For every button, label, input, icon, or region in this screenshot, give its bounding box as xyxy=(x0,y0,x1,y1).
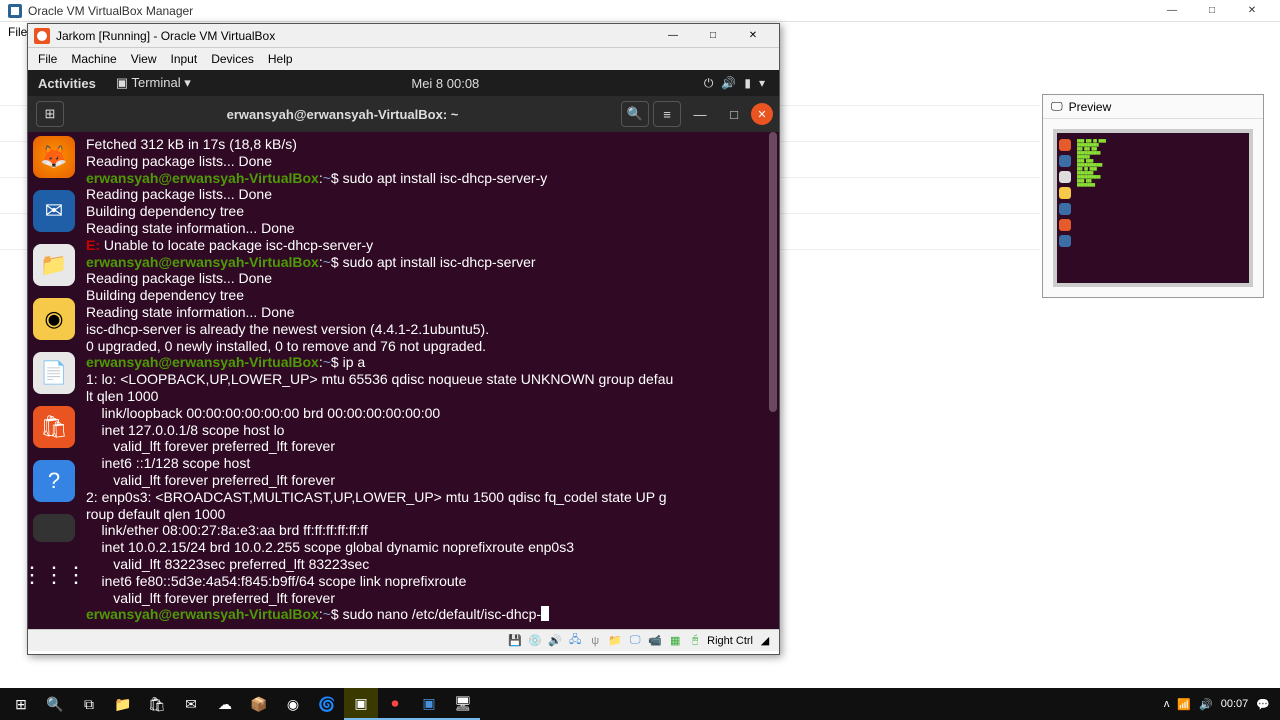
preview-icon: 🖵 xyxy=(1051,99,1063,114)
caret-icon[interactable]: ▾ xyxy=(759,76,765,90)
host-minimize-button[interactable]: — xyxy=(1152,0,1192,22)
start-button[interactable]: ⊞ xyxy=(4,688,38,720)
gnome-top-bar: Activities ▣ Terminal ▾ Mei 8 00:08 ⏻ 🔊 … xyxy=(28,70,779,96)
tray-up-icon[interactable]: ᴧ xyxy=(1164,698,1170,710)
tray-wifi-icon[interactable]: 📶 xyxy=(1177,698,1191,711)
preview-title: Preview xyxy=(1069,100,1112,114)
status-shared-icon[interactable]: 📁 xyxy=(607,633,623,649)
store-icon[interactable]: 🛍 xyxy=(140,688,174,720)
terminal-title: erwansyah@erwansyah-VirtualBox: ~ xyxy=(66,107,619,122)
vm-menu-machine[interactable]: Machine xyxy=(71,52,116,66)
status-rec-icon[interactable]: 📹 xyxy=(647,633,663,649)
vm-maximize-button[interactable]: □ xyxy=(693,25,733,47)
status-audio-icon[interactable]: 🔊 xyxy=(547,633,563,649)
virtualbox-logo-icon xyxy=(8,4,22,18)
vbox-icon[interactable]: ▣ xyxy=(412,688,446,720)
status-cpu-icon[interactable]: ▦ xyxy=(667,633,683,649)
box-icon[interactable]: 📦 xyxy=(242,688,276,720)
host-titlebar: Oracle VM VirtualBox Manager — □ ✕ xyxy=(0,0,1280,22)
vm-menu-file[interactable]: File xyxy=(38,52,57,66)
status-usb-icon[interactable]: ψ xyxy=(587,633,603,649)
app-menu[interactable]: ▣ Terminal ▾ xyxy=(116,75,191,91)
chrome-icon[interactable]: ◉ xyxy=(276,688,310,720)
obs-icon[interactable]: ▣ xyxy=(344,688,378,720)
status-hdd-icon[interactable]: 💾 xyxy=(507,633,523,649)
vm-statusbar: 💾 💿 🔊 🖧 ψ 📁 🖵 📹 ▦ 🖰 Right Ctrl ◢ xyxy=(28,629,779,651)
status-display-icon[interactable]: 🖵 xyxy=(627,633,643,649)
taskview-button[interactable]: ⧉ xyxy=(72,688,106,720)
battery-icon[interactable]: ▮ xyxy=(744,76,751,90)
status-resize-icon[interactable]: ◢ xyxy=(757,633,773,649)
status-net-icon[interactable]: 🖧 xyxy=(567,633,583,649)
terminal-cursor xyxy=(541,606,549,621)
preview-header[interactable]: 🖵 Preview xyxy=(1043,95,1263,119)
preview-thumbnail[interactable]: ████ ███ ██ ███████████████████ ███ ████… xyxy=(1053,129,1253,287)
terminal-header: ⊞ erwansyah@erwansyah-VirtualBox: ~ 🔍 ≡ … xyxy=(28,96,779,132)
hamburger-button[interactable]: ≡ xyxy=(653,101,681,127)
search-button-win[interactable]: 🔍 xyxy=(38,688,72,720)
network-icon[interactable]: ⏻ xyxy=(704,76,714,91)
vm-menu-devices[interactable]: Devices xyxy=(211,52,254,66)
term-minimize-button[interactable]: — xyxy=(685,100,715,128)
term-close-button[interactable]: ✕ xyxy=(751,103,773,125)
host-menu-file[interactable]: File xyxy=(8,25,27,39)
tray-clock[interactable]: 00:07 xyxy=(1221,698,1249,710)
windows-taskbar: ⊞ 🔍 ⧉ 📁 🛍 ✉ ☁ 📦 ◉ 🌀 ▣ ⏺ ▣ 🖥 ᴧ 📶 🔊 00:07 … xyxy=(0,688,1280,720)
new-tab-button[interactable]: ⊞ xyxy=(36,101,64,127)
preview-panel: 🖵 Preview ████ ███ ██ ██████████████████… xyxy=(1042,94,1264,298)
vm-icon xyxy=(34,28,50,44)
vm-close-button[interactable]: ✕ xyxy=(733,25,773,47)
status-cd-icon[interactable]: 💿 xyxy=(527,633,543,649)
sound-icon[interactable]: 🔊 xyxy=(721,76,736,90)
vm-menu-input[interactable]: Input xyxy=(171,52,198,66)
terminal-scrollbar[interactable] xyxy=(769,132,777,412)
edge-icon[interactable]: 🌀 xyxy=(310,688,344,720)
tray-sound-icon[interactable]: 🔊 xyxy=(1199,698,1213,711)
vm-menu-view[interactable]: View xyxy=(131,52,157,66)
record-icon[interactable]: ⏺ xyxy=(378,688,412,720)
explorer-icon[interactable]: 📁 xyxy=(106,688,140,720)
activities-button[interactable]: Activities xyxy=(38,76,96,91)
vm-running-icon[interactable]: 🖥 xyxy=(446,688,480,720)
status-mouse-icon[interactable]: 🖰 xyxy=(687,633,703,649)
tray-notif-icon[interactable]: 💬 xyxy=(1256,698,1270,711)
host-key-label: Right Ctrl xyxy=(707,635,753,647)
vm-menu-help[interactable]: Help xyxy=(268,52,293,66)
vm-menubar: File Machine View Input Devices Help xyxy=(28,48,779,70)
terminal-body: 🦊 ✉ 📁 ◉ 📄 🛍 ? ⋮⋮⋮ Fetched 312 kB in 17s … xyxy=(28,132,779,629)
vm-window: Jarkom [Running] - Oracle VM VirtualBox … xyxy=(27,23,780,655)
host-close-button[interactable]: ✕ xyxy=(1232,0,1272,22)
search-button[interactable]: 🔍 xyxy=(621,101,649,127)
terminal-output[interactable]: Fetched 312 kB in 17s (18,8 kB/s) Readin… xyxy=(80,132,769,629)
system-tray[interactable]: ᴧ 📶 🔊 00:07 💬 xyxy=(1164,698,1276,711)
host-maximize-button[interactable]: □ xyxy=(1192,0,1232,22)
weather-icon[interactable]: ☁ xyxy=(208,688,242,720)
vm-titlebar[interactable]: Jarkom [Running] - Oracle VM VirtualBox … xyxy=(28,24,779,48)
gnome-clock[interactable]: Mei 8 00:08 xyxy=(191,76,700,91)
vm-title: Jarkom [Running] - Oracle VM VirtualBox xyxy=(56,29,275,43)
mail-icon[interactable]: ✉ xyxy=(174,688,208,720)
term-maximize-button[interactable]: □ xyxy=(719,100,749,128)
vm-minimize-button[interactable]: — xyxy=(653,25,693,47)
host-title: Oracle VM VirtualBox Manager xyxy=(28,4,193,18)
